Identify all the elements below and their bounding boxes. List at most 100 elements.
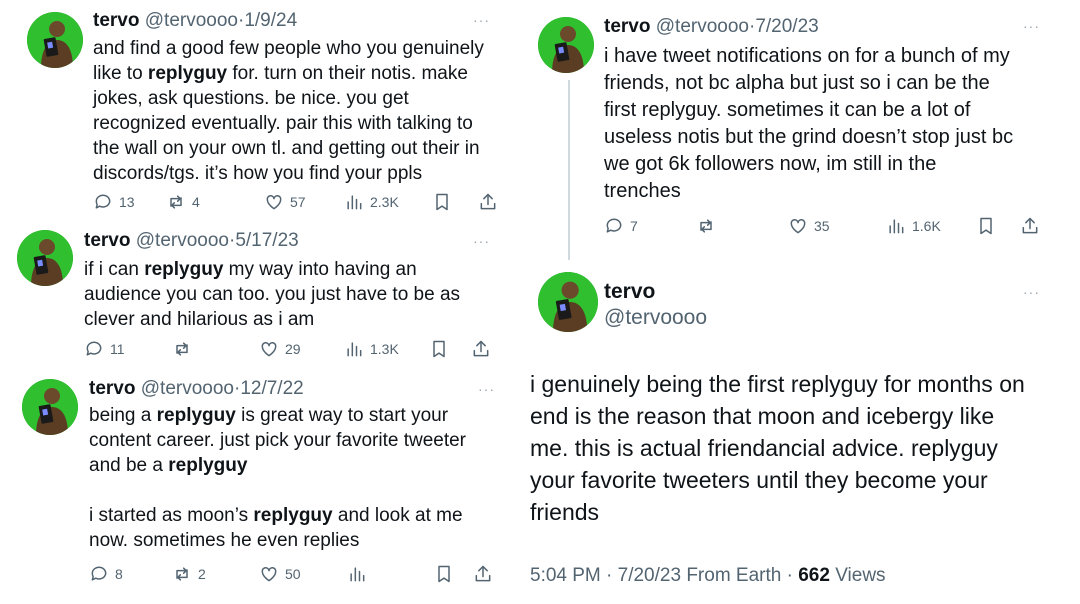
avatar[interactable] (17, 230, 73, 286)
share-button[interactable] (478, 192, 498, 212)
views-icon (344, 192, 364, 212)
reply-icon (84, 339, 104, 359)
views-icon (347, 564, 367, 584)
bookmark-button[interactable] (976, 216, 996, 236)
views-button[interactable]: 2.3K (344, 192, 399, 212)
avatar[interactable] (538, 272, 598, 332)
bookmark-icon (976, 216, 996, 236)
tweet-text-line: i have tweet notifications on for a bunc… (604, 45, 1010, 67)
tweet-text-line: trenches (604, 180, 681, 202)
like-button[interactable]: 35 (788, 216, 830, 236)
tweet-text-line: and find a good few people who you genui… (93, 38, 484, 59)
tweet-text-line: me. this is actual friendancial advice. … (530, 435, 998, 461)
like-button[interactable]: 50 (259, 564, 301, 584)
tweet-date[interactable]: 7/20/23 (755, 16, 818, 37)
like-icon (788, 216, 808, 236)
reply-icon (604, 216, 624, 236)
tweet-text-line: friends, not bc alpha but just so i can … (604, 72, 990, 94)
views-button[interactable] (347, 564, 367, 584)
action-bar: 11 29 1.3K (84, 339, 504, 361)
tweet-text-line: end is the reason that moon and icebergy… (530, 403, 995, 429)
tweet-text-line: clever and hilarious as i am (84, 309, 315, 330)
display-name[interactable]: tervo (89, 378, 135, 399)
share-button[interactable] (471, 339, 491, 359)
tweet-date[interactable]: 1/9/24 (244, 10, 297, 31)
repost-button[interactable] (172, 339, 192, 359)
tweet-header: tervo @tervoooo·7/20/23 (604, 16, 819, 38)
reply-count: 8 (115, 566, 123, 582)
more-icon[interactable]: ··· (473, 12, 490, 28)
tweet-text: if i can replyguy my way into having an a… (84, 257, 504, 332)
handle[interactable]: @tervoooo (141, 378, 234, 399)
share-icon (478, 192, 498, 212)
views-count: 2.3K (370, 194, 399, 210)
like-icon (264, 192, 284, 212)
bookmark-button[interactable] (434, 564, 454, 584)
tweet-text-line: the wall on your own tl. and getting out… (93, 138, 480, 159)
tweet-date[interactable]: 12/7/22 (240, 378, 303, 399)
tweet-date[interactable]: 5/17/23 (235, 230, 298, 251)
views-icon (886, 216, 906, 236)
tweet[interactable]: tervo @tervoooo·12/7/22 ··· being a repl… (0, 375, 520, 600)
avatar[interactable] (22, 379, 78, 435)
tweet-text-line: being a replyguy is great way to start y… (89, 405, 449, 426)
repost-button[interactable] (696, 216, 716, 236)
handle[interactable]: @tervoooo (136, 230, 229, 251)
more-icon[interactable]: ··· (473, 233, 490, 249)
handle[interactable]: @tervoooo (604, 306, 707, 330)
reply-icon (89, 564, 109, 584)
display-name[interactable]: tervo (604, 280, 655, 304)
more-icon[interactable]: ··· (1023, 18, 1040, 34)
bookmark-icon (429, 339, 449, 359)
bookmark-button[interactable] (432, 192, 452, 212)
display-name[interactable]: tervo (93, 10, 139, 31)
reply-button[interactable]: 8 (89, 564, 123, 584)
reply-count: 11 (110, 341, 125, 357)
display-name[interactable]: tervo (84, 230, 130, 251)
more-icon[interactable]: ··· (1023, 284, 1040, 300)
repost-icon (172, 564, 192, 584)
share-button[interactable] (473, 564, 493, 584)
repost-count: 2 (198, 566, 206, 582)
tweet-text: being a replyguy is great way to start y… (89, 403, 509, 553)
views-button[interactable]: 1.3K (344, 339, 399, 359)
tweet[interactable]: tervo @tervoooo·7/20/23 ··· i have tweet… (520, 0, 1080, 250)
tweet-meta: 5:04 PM · 7/20/23 From Earth · 662 Views (530, 565, 886, 587)
like-count: 57 (290, 194, 306, 210)
repost-button[interactable]: 4 (166, 192, 200, 212)
tweet-text-line: discords/tgs. it’s how you find your ppl… (93, 163, 423, 184)
avatar[interactable] (27, 12, 83, 68)
like-button[interactable]: 29 (259, 339, 301, 359)
tweet-text: i have tweet notifications on for a bunc… (604, 43, 1064, 205)
display-name[interactable]: tervo (604, 16, 650, 37)
tweet-text-line: first replyguy. sometimes it can be a lo… (604, 99, 971, 121)
views-count: 1.6K (912, 218, 941, 234)
reply-button[interactable]: 11 (84, 339, 125, 359)
tweet-text-line: useless notis but the grind doesn’t stop… (604, 126, 1014, 148)
views-button[interactable]: 1.6K (886, 216, 941, 236)
tweet[interactable]: tervo @tervoooo·1/9/24 ··· and find a go… (0, 0, 520, 220)
like-icon (259, 564, 279, 584)
handle[interactable]: @tervoooo (656, 16, 749, 37)
tweet-text: and find a good few people who you genui… (93, 36, 513, 186)
main-tweet[interactable]: tervo @tervoooo ··· i genuinely being th… (520, 262, 1080, 602)
tweet[interactable]: tervo @tervoooo·5/17/23 ··· if i can rep… (0, 225, 520, 370)
like-button[interactable]: 57 (264, 192, 306, 212)
like-count: 29 (285, 341, 301, 357)
tweet-text-line: i genuinely being the first replyguy for… (530, 371, 1025, 397)
reply-button[interactable]: 13 (93, 192, 135, 212)
bookmark-button[interactable] (429, 339, 449, 359)
avatar[interactable] (538, 17, 594, 73)
tweet-text-line (89, 478, 509, 503)
tweet-header: tervo @tervoooo·1/9/24 (93, 10, 297, 32)
tweet-timestamp[interactable]: 5:04 PM · 7/20/23 From Earth · (530, 565, 793, 586)
share-button[interactable] (1020, 216, 1040, 236)
reply-button[interactable]: 7 (604, 216, 638, 236)
handle[interactable]: @tervoooo (145, 10, 238, 31)
views-count: 1.3K (370, 341, 399, 357)
more-icon[interactable]: ··· (478, 381, 495, 397)
reply-count: 7 (630, 218, 638, 234)
views-icon (344, 339, 364, 359)
tweet-text-line: friends (530, 499, 600, 525)
repost-button[interactable]: 2 (172, 564, 206, 584)
